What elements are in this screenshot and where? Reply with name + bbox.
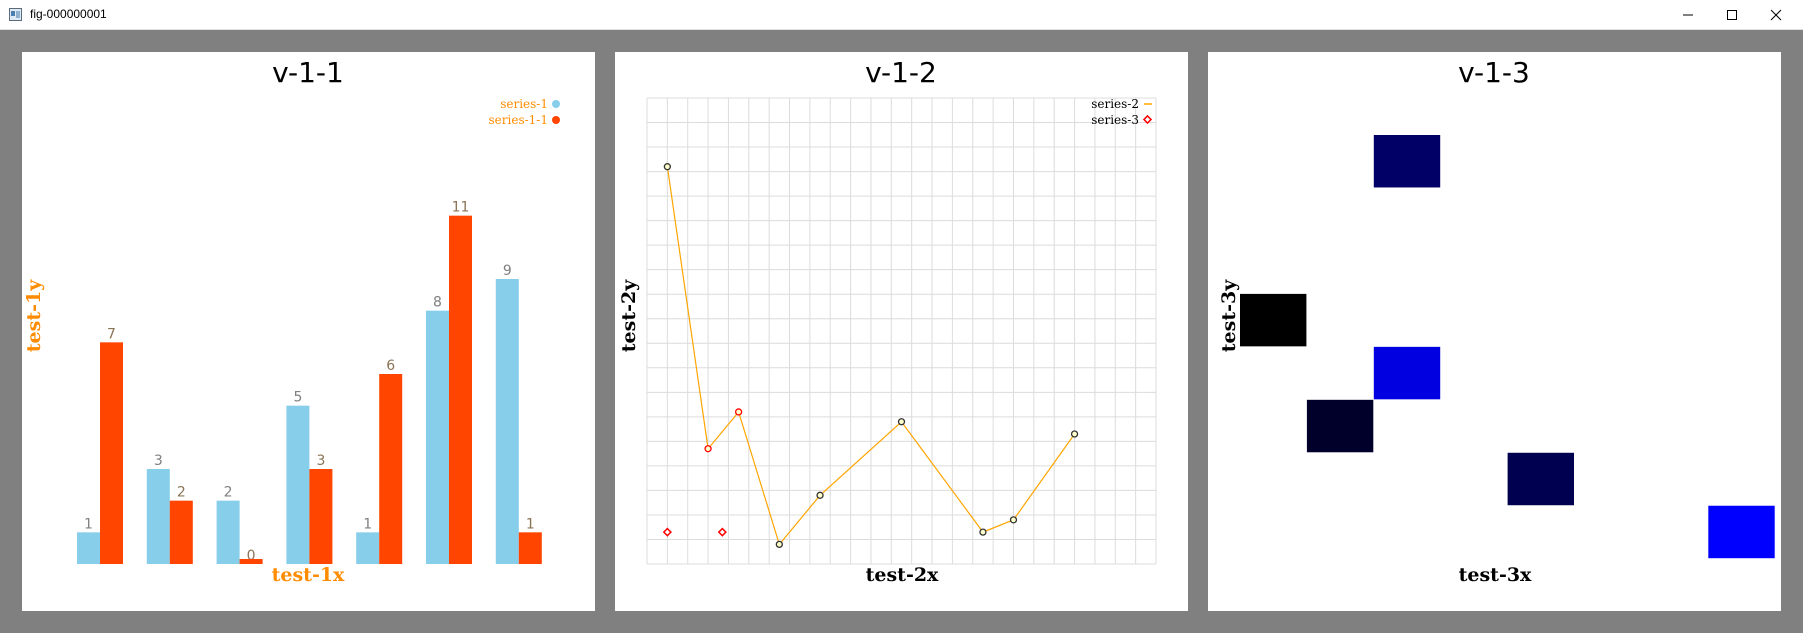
marker-point	[717, 527, 727, 537]
chart-panel-1: v-1-1 series-1 series-1-1 1 7 3 2 2 0 5 3 1 6 8 11 9 1…	[22, 52, 595, 611]
data-label: 2	[224, 485, 233, 501]
maximize-icon	[1727, 10, 1737, 20]
y-axis-label: test-1y	[23, 279, 45, 352]
data-label: 1	[363, 516, 372, 532]
data-label: 8	[433, 295, 442, 311]
chart-panel-3: v-1-3 test-3x test-3y	[1208, 52, 1781, 611]
heatmap-cell	[1373, 346, 1441, 400]
data-point	[979, 528, 987, 536]
bar	[309, 469, 333, 564]
data-label: 6	[386, 358, 395, 374]
bar	[495, 279, 519, 564]
x-axis-label: test-2x	[866, 564, 939, 586]
chart-panel-2: v-1-2 series-2 series-3 test-2x test-2y	[615, 52, 1188, 611]
bar-chart-v-1-1: v-1-1 series-1series-1-1 1732 20531681191…	[23, 56, 560, 586]
legend-label: series-1	[500, 97, 548, 111]
data-point	[704, 445, 712, 453]
marker-point	[662, 527, 672, 537]
data-point	[1070, 430, 1079, 438]
app-icon	[9, 8, 22, 21]
window-title: fig-000000001	[30, 7, 107, 21]
bar	[77, 532, 100, 564]
bar	[286, 405, 310, 564]
legend-marker	[1142, 114, 1153, 125]
data-label: 3	[154, 453, 163, 469]
data-point	[775, 540, 783, 549]
window-titlebar: fig-000000001	[0, 0, 1803, 30]
bar	[426, 310, 449, 564]
bar	[239, 559, 263, 564]
data-label: 7	[107, 326, 116, 342]
data-label: 11	[452, 200, 470, 216]
bar	[100, 342, 123, 564]
minimize-icon	[1683, 14, 1693, 16]
line-chart-v-1-2: v-1-2 series-2 series-3 test-2x test-2y	[618, 56, 1157, 586]
heatmap-v-1-3: v-1-3 test-3x test-3y	[1218, 56, 1775, 586]
bar	[379, 374, 403, 564]
data-point	[816, 491, 824, 499]
bar	[146, 469, 170, 564]
bar	[449, 215, 472, 564]
chart-title: v-1-3	[1458, 56, 1530, 89]
bar	[169, 500, 193, 564]
close-icon	[1770, 9, 1782, 21]
heatmap-cell	[1240, 293, 1307, 347]
chart-title: v-1-1	[272, 56, 344, 89]
legend-marker	[552, 116, 560, 124]
minimize-button[interactable]	[1666, 0, 1710, 30]
chart-title: v-1-2	[865, 56, 937, 89]
data-label: 1	[526, 516, 535, 532]
bar	[518, 532, 542, 564]
data-point	[1009, 516, 1018, 524]
close-button[interactable]	[1754, 0, 1798, 30]
heatmap-cell	[1708, 505, 1775, 559]
y-axis-label: test-3y	[1218, 279, 1240, 352]
heatmap-cell	[1507, 452, 1575, 506]
x-axis-label: test-3x	[1459, 564, 1532, 586]
data-point	[734, 408, 743, 416]
data-label: 5	[293, 390, 302, 406]
legend-marker	[552, 100, 560, 108]
data-label: 2	[177, 485, 186, 501]
legend-label: series-3	[1091, 113, 1139, 127]
heatmap-cell	[1306, 399, 1374, 453]
legend-label: series-2	[1091, 97, 1139, 111]
y-axis-label: test-2y	[618, 279, 640, 352]
data-point	[663, 163, 672, 171]
data-label: 9	[503, 263, 512, 279]
heatmap-cell	[1373, 135, 1441, 188]
legend-label: series-1-1	[489, 113, 548, 127]
bar	[356, 532, 380, 564]
data-label: 1	[84, 516, 93, 532]
maximize-button[interactable]	[1710, 0, 1754, 30]
data-point	[897, 418, 906, 426]
bar	[216, 500, 240, 564]
x-axis-label: test-1x	[272, 564, 345, 586]
data-label: 3	[316, 453, 325, 469]
